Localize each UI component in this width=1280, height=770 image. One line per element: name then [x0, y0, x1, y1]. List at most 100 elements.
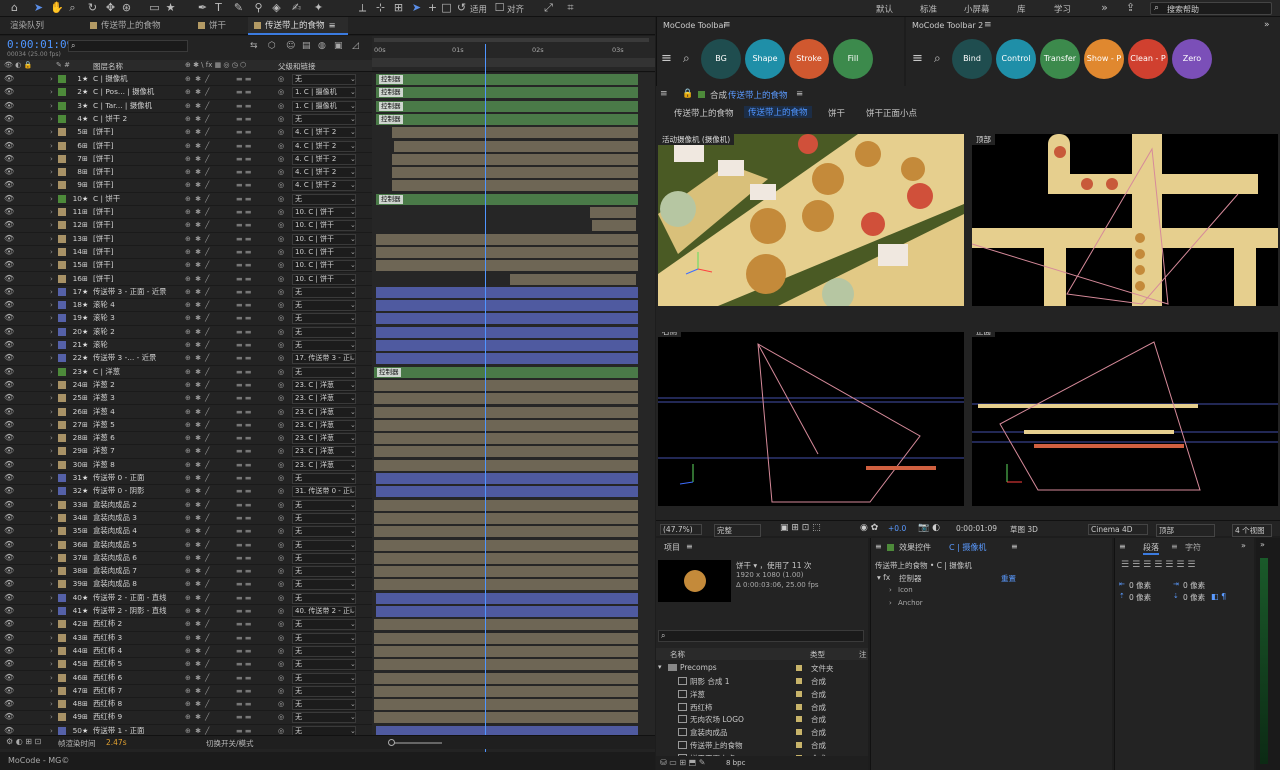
pickwhip-icon[interactable]: ◎ — [278, 552, 284, 564]
layer-name[interactable]: C | 摄像机 — [93, 73, 183, 85]
parent-dropdown[interactable]: 1. C | 摄像机 — [292, 100, 356, 112]
layer-duration-bar[interactable] — [374, 379, 638, 391]
layer-switches-icon[interactable]: ⊕ ✱ ╱ — [185, 299, 210, 311]
view-layout-dropdown[interactable]: 4 个视图 — [1232, 524, 1272, 537]
tab-render-queue[interactable]: 渲染队列 — [4, 17, 84, 35]
visibility-eye-icon[interactable]: 👁 — [4, 711, 14, 723]
prop-anchor[interactable]: Anchor — [898, 599, 923, 607]
mode-dash-icon[interactable]: ▬ ▬ — [236, 392, 251, 404]
moco1-button-fill[interactable]: Fill — [833, 39, 873, 79]
parent-dropdown[interactable]: 无 — [292, 552, 356, 564]
layer-row[interactable]: 👁 › 34 ⊞ 盒装肉成品 3 ⊕ ✱ ╱ ▬ ▬ ◎ 无 ⌄ — [0, 512, 372, 526]
folder-row[interactable]: ▾ Precomps 文件夹 — [656, 662, 856, 674]
visibility-eye-icon[interactable]: 👁 — [4, 499, 14, 511]
project-item[interactable]: 盒装肉成品 合成 — [656, 726, 856, 738]
space-after-value[interactable]: 0 像素 — [1183, 592, 1205, 603]
layer-row[interactable]: 👁 › 30 ⊞ 洋葱 8 ⊕ ✱ ╱ ▬ ▬ ◎ 23. C | 洋葱 ⌄ — [0, 459, 372, 472]
layer-duration-bar[interactable] — [376, 300, 638, 312]
extend-icon[interactable]: ⌗ — [564, 1, 577, 14]
orbit-tool-icon[interactable]: ⊛ — [120, 1, 133, 14]
mode-dash-icon[interactable]: ▬ ▬ — [236, 352, 251, 364]
parent-dropdown[interactable]: 无 — [292, 699, 356, 711]
layer-row[interactable]: 👁 › 41 ★ 传送带 2 - 阴影 - 直线 ⊕ ✱ ╱ ▬ ▬ ◎ 40. 传送带 2 -… — [0, 605, 372, 619]
zoom-dropdown[interactable]: (47.7%) — [660, 524, 702, 535]
parent-dropdown[interactable]: 23. C | 洋葱 — [292, 459, 356, 471]
layer-name[interactable]: C | Pos... | 摄像机 — [93, 86, 183, 98]
layer-name[interactable]: 洋葱 3 — [93, 392, 183, 404]
time-ruler[interactable]: 00s 01s 02s 03s — [372, 36, 655, 72]
mode-dash-icon[interactable]: ▬ ▬ — [236, 206, 251, 218]
parent-dropdown[interactable]: 无 — [292, 592, 356, 604]
layer-switches-icon[interactable]: ⊕ ✱ ╱ — [185, 432, 210, 444]
mode-dash-icon[interactable]: ▬ ▬ — [236, 100, 251, 112]
visibility-eye-icon[interactable]: 👁 — [4, 658, 14, 670]
layer-name[interactable]: 洋葱 2 — [93, 379, 183, 391]
parent-dropdown[interactable]: 23. C | 洋葱 — [292, 433, 356, 445]
layer-row[interactable]: 👁 › 8 ⊞ [饼干] ⊕ ✱ ╱ ▬ ▬ ◎ 4. C | 饼干 2 ⌄ — [0, 166, 372, 180]
mode-dash-icon[interactable]: ▬ ▬ — [236, 472, 251, 484]
mode-dash-icon[interactable]: ▬ ▬ — [236, 246, 251, 258]
visibility-eye-icon[interactable]: 👁 — [4, 126, 14, 138]
crumb-3[interactable]: 饼干 — [828, 107, 845, 119]
expand-arrow-icon[interactable]: › — [50, 126, 53, 138]
layer-switches-icon[interactable]: ⊕ ✱ ╱ — [185, 565, 210, 577]
hamburger-icon[interactable]: ≡ — [912, 51, 923, 66]
layer-name[interactable]: 西红柿 3 — [93, 632, 183, 644]
layer-name[interactable]: [饼干] — [93, 179, 183, 191]
label-color-swatch[interactable] — [58, 646, 66, 655]
layer-row[interactable]: 👁 › 3 ★ C | Tar... | 摄像机 ⊕ ✱ ╱ ▬ ▬ ◎ 1. C | 摄像机 ⌄ — [0, 100, 372, 113]
mode-dash-icon[interactable]: ▬ ▬ — [236, 233, 251, 245]
lock-icon[interactable]: 🔒 — [682, 89, 693, 99]
mode-dash-icon[interactable]: ▬ ▬ — [236, 366, 251, 378]
layer-duration-bar[interactable] — [374, 659, 638, 671]
pickwhip-icon[interactable]: ◎ — [278, 578, 284, 590]
layer-duration-bar[interactable] — [374, 672, 638, 684]
layer-switches-icon[interactable]: ⊕ ✱ ╱ — [185, 711, 210, 723]
layer-duration-bar[interactable] — [592, 220, 636, 232]
pickwhip-icon[interactable]: ◎ — [278, 432, 284, 444]
mode-dash-icon[interactable]: ▬ ▬ — [236, 445, 251, 457]
label-color-swatch[interactable] — [58, 447, 66, 456]
project-item[interactable]: 传送带上的食物 合成 — [656, 739, 856, 751]
layer-duration-bar[interactable]: 控制器 — [374, 366, 638, 378]
layer-duration-bar[interactable] — [374, 459, 638, 471]
pickwhip-icon[interactable]: ◎ — [278, 206, 284, 218]
layer-name[interactable]: 西红柿 8 — [93, 698, 183, 710]
layer-duration-bar[interactable] — [376, 326, 638, 338]
layer-duration-bar[interactable] — [392, 167, 638, 179]
label-color-swatch[interactable] — [58, 221, 66, 230]
visibility-eye-icon[interactable]: 👁 — [4, 565, 14, 577]
layer-name[interactable]: C | 饼干 — [93, 193, 183, 205]
layer-duration-bar[interactable] — [376, 260, 638, 272]
expand-arrow-icon[interactable]: › — [50, 339, 53, 351]
panel-menu-icon[interactable]: ≡ — [1119, 542, 1126, 551]
visibility-eye-icon[interactable]: 👁 — [4, 166, 14, 178]
label-color-swatch[interactable] — [58, 114, 66, 123]
layer-row[interactable]: 👁 › 33 ⊞ 盒装肉成品 2 ⊕ ✱ ╱ ▬ ▬ ◎ 无 ⌄ — [0, 499, 372, 512]
parent-dropdown[interactable]: 23. C | 洋葱 — [292, 419, 356, 431]
visibility-eye-icon[interactable]: 👁 — [4, 113, 14, 125]
pickwhip-icon[interactable]: ◎ — [278, 698, 284, 710]
label-color-swatch[interactable] — [58, 487, 66, 496]
expand-arrow-icon[interactable]: › — [50, 658, 53, 670]
layer-name[interactable]: 洋葱 8 — [93, 459, 183, 471]
parent-dropdown[interactable]: 10. C | 饼干 — [292, 220, 356, 232]
layer-name[interactable]: 洋葱 6 — [93, 432, 183, 444]
3d-view-dropdown[interactable]: 顶部 — [1156, 524, 1215, 537]
parent-dropdown[interactable]: 4. C | 饼干 2 — [292, 140, 356, 152]
layer-name[interactable]: 盒装肉成品 4 — [93, 525, 183, 537]
workspace-learn[interactable]: 学习 — [1054, 3, 1071, 15]
pickwhip-icon[interactable]: ◎ — [278, 672, 284, 684]
layer-name[interactable]: 洋葱 7 — [93, 445, 183, 457]
label-color-swatch[interactable] — [58, 633, 66, 642]
expand-arrow-icon[interactable]: › — [50, 592, 53, 604]
project-item[interactable]: 阴影 合成 1 合成 — [656, 675, 856, 687]
expand-icon[interactable]: › — [889, 599, 892, 607]
parent-dropdown[interactable]: 40. 传送带 2 - 正i — [292, 606, 356, 617]
layer-switches-icon[interactable]: ⊕ ✱ ╱ — [185, 499, 210, 511]
layer-search-input[interactable]: ⌕ — [68, 40, 188, 52]
parent-dropdown[interactable]: 无 — [292, 326, 356, 338]
layer-row[interactable]: 👁 › 29 ⊞ 洋葱 7 ⊕ ✱ ╱ ▬ ▬ ◎ 23. C | 洋葱 ⌄ — [0, 445, 372, 459]
graph-editor-icon[interactable]: ▣ — [334, 41, 343, 51]
mode-dash-icon[interactable]: ▬ ▬ — [236, 126, 251, 138]
